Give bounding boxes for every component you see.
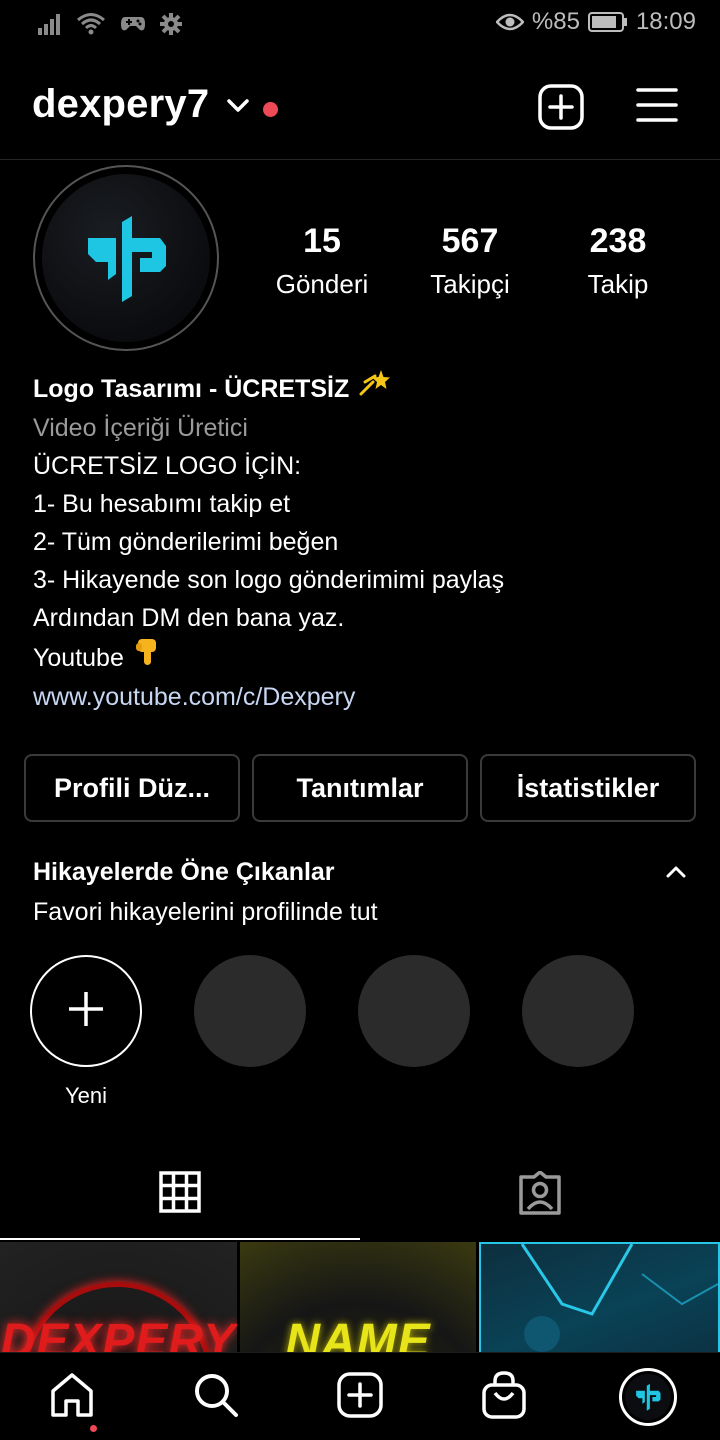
plus-icon [66,989,106,1034]
home-icon [48,1371,96,1424]
following-count: 238 [589,222,647,260]
profile-category: Video İçeriği Üretici [33,414,248,442]
grid-icon [159,1170,201,1218]
nav-home[interactable] [22,1353,122,1440]
status-left-icons [38,12,182,36]
youtube-line: Youtube [33,637,693,678]
bio-line: 2- Tüm gönderilerimi beğen [33,528,339,556]
profile-name: Logo Tasarımı - ÜCRETSİZ [33,374,350,403]
profile-link[interactable]: www.youtube.com/c/Dexpery [33,678,693,716]
dexpery-logo-icon [625,1374,671,1420]
highlights-subtitle: Favori hikayelerini profilinde tut [33,898,378,926]
add-post-icon [337,1371,383,1423]
nav-notification-dot [90,1425,97,1432]
nav-shop[interactable] [454,1353,554,1440]
profile-avatar[interactable] [33,165,219,351]
bio-line: 3- Hikayende son logo gönderimimi paylaş [33,566,505,594]
battery-percent: %85 [531,8,580,35]
shopping-bag-icon [481,1370,527,1424]
highlight-placeholder [358,955,470,1067]
profile-name-row: Logo Tasarımı - ÜCRETSİZ [33,368,693,409]
bio-line: ÜCRETSİZ LOGO İÇİN: [33,452,302,480]
nav-profile[interactable] [598,1353,698,1440]
notification-dot [263,102,278,117]
chevron-up-icon[interactable] [664,864,688,885]
chevron-down-icon[interactable] [226,98,250,119]
username-switcher[interactable]: dexpery7 [32,82,209,127]
tab-tagged[interactable] [360,1150,720,1240]
eye-icon [495,12,524,32]
wifi-icon [76,12,106,36]
post-thumbnail[interactable] [479,1242,720,1354]
search-icon [192,1371,240,1424]
stat-following[interactable]: 238 Takip [558,222,678,300]
bottom-navigation [0,1352,720,1440]
status-bar: %85 18:09 [0,0,720,50]
game-controller-icon [120,14,146,34]
promotions-button[interactable]: Tanıtımlar [252,754,468,822]
post-thumbnail[interactable]: NAME [239,1242,477,1354]
battery-icon [587,11,628,33]
posts-count: 15 [303,222,341,260]
post-text: DEXPERY [0,1315,237,1354]
highlight-placeholder [194,955,306,1067]
new-highlight-label: Yeni [64,1083,107,1108]
highlights-title: Hikayelerde Öne Çıkanlar [33,858,335,886]
youtube-label: Youtube [33,643,124,672]
profile-avatar-small [619,1368,677,1426]
edit-profile-button[interactable]: Profili Düz... [24,754,240,822]
clock: 18:09 [635,8,696,35]
tab-posts-grid[interactable] [0,1150,360,1240]
status-right-icons: %85 18:09 [495,8,696,36]
stat-followers[interactable]: 567 Takipçi [410,222,530,300]
pointing-down-hand-icon [132,637,162,678]
dexpery-logo-icon [42,174,210,342]
gear-icon [160,13,182,35]
shooting-star-icon [359,368,391,409]
posts-grid: DEXPERY NAME [0,1242,720,1354]
menu-icon[interactable] [636,86,678,129]
stat-posts[interactable]: 15 Gönderi [262,222,382,300]
new-post-icon[interactable] [538,84,584,135]
bio-line: Ardından DM den bana yaz. [33,604,345,632]
profile-header: dexpery7 [0,60,720,160]
followers-label: Takipçi [430,269,510,299]
signal-icon [38,13,62,35]
posts-label: Gönderi [275,269,369,299]
highlight-placeholder [522,955,634,1067]
post-thumbnail[interactable]: DEXPERY [0,1242,237,1354]
cyan-abstract-decoration [520,1244,718,1352]
bio-line: 1- Bu hesabımı takip et [33,490,291,518]
nav-new-post[interactable] [310,1353,410,1440]
followers-count: 567 [441,222,499,260]
new-highlight-button[interactable] [30,955,142,1067]
insights-button[interactable]: İstatistikler [480,754,696,822]
nav-search[interactable] [166,1353,266,1440]
following-label: Takip [587,269,649,299]
post-text: NAME [285,1315,431,1354]
tagged-person-icon [517,1169,563,1220]
profile-bio: Logo Tasarımı - ÜCRETSİZ Video İçeriği Ü… [33,368,693,716]
